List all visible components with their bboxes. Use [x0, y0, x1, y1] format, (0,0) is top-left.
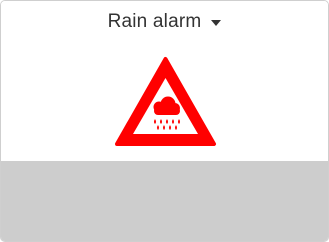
- widget-title: Rain alarm: [107, 11, 202, 32]
- alarm-type-selector[interactable]: Rain alarm: [1, 9, 328, 35]
- widget-top-panel: Rain alarm: [1, 1, 328, 161]
- warning-triangle-icon: [115, 57, 216, 146]
- caret-down-icon[interactable]: [211, 20, 222, 26]
- widget-bottom-panel: [1, 161, 328, 241]
- rain-alarm-widget: Rain alarm: [0, 0, 329, 242]
